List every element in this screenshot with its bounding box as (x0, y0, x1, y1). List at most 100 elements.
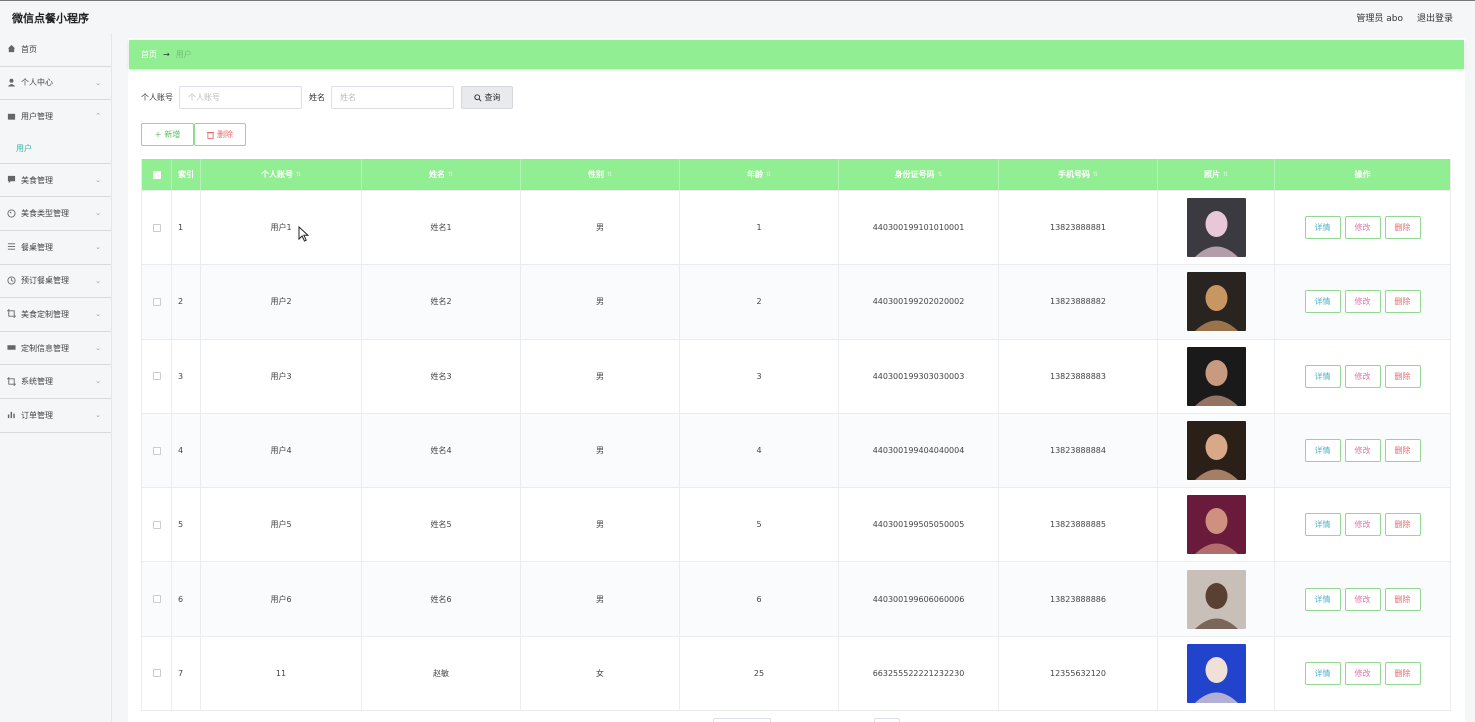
delete-button[interactable]: 删除 (1384, 587, 1421, 611)
detail-button[interactable]: 详情 (1304, 364, 1341, 388)
query-button-label: 查询 (484, 93, 501, 102)
sidebar-item-label: 系统管理 (21, 377, 53, 387)
sort-icon[interactable]: ⇅ (1093, 171, 1098, 178)
column-header[interactable]: 年龄 ⇅ (680, 159, 839, 190)
row-checkbox[interactable] (152, 223, 161, 232)
delete-button[interactable]: 删除 (1384, 439, 1421, 463)
delete-button[interactable]: 删除 (1384, 661, 1421, 685)
sidebar-item-label: 首页 (21, 44, 37, 54)
folder-icon (6, 112, 16, 122)
table-row: 7 11 赵敏女 25 663255522221232230 12355632120 详情修… (142, 636, 1450, 712)
sidebar-item-7[interactable]: 美食定制管理 ⌄ (0, 298, 111, 332)
delete-button[interactable]: 删除 (1384, 290, 1421, 314)
sidebar-item-10[interactable]: 订单管理 ⌄ (0, 399, 111, 433)
table-header: 索引 个人账号 ⇅ 姓名 ⇅ 性别 ⇅ 年龄 ⇅ 身份证号码 ⇅ 手机号码 ⇅ 照片 ⇅ 操作 (142, 159, 1450, 191)
account-placeholder: 个人账号 (188, 93, 220, 102)
user-photo (1186, 421, 1246, 481)
column-header[interactable]: 身份证号码 ⇅ (839, 159, 999, 190)
detail-button[interactable]: 详情 (1304, 587, 1341, 611)
delete-button[interactable]: 删除 (1384, 513, 1421, 537)
cell-phone: 13823888881 (999, 191, 1158, 265)
sidebar-item-1[interactable]: 个人中心 ⌄ (0, 67, 111, 101)
detail-button[interactable]: 详情 (1304, 290, 1341, 314)
sort-icon[interactable]: ⇅ (607, 171, 612, 178)
sidebar: 首页个人中心 ⌄ 用户管理 ⌃ 用户 美食管理 ⌄ 美食类型管理 ⌄ 餐桌管理 ⌄ 预订餐桌管理 ⌄ 美食… (0, 33, 112, 722)
edit-button[interactable]: 修改 (1344, 290, 1381, 314)
cell-account: 用户6 (201, 562, 362, 636)
edit-button[interactable]: 修改 (1344, 439, 1381, 463)
header-right: 管理员 abo 退出登录 (1356, 11, 1453, 24)
cell-index: 6 (172, 562, 201, 636)
edit-button[interactable]: 修改 (1344, 364, 1381, 388)
sidebar-item-9[interactable]: 系统管理 ⌄ (0, 365, 111, 399)
row-select-cell (142, 562, 172, 636)
main-content: 首页 → 用户 个人账号 个人账号 姓名 姓名 查询 + 新增 删除 索引 个人账… (128, 38, 1465, 722)
name-search-input[interactable]: 姓名 (331, 86, 454, 109)
cell-photo (1158, 413, 1275, 488)
sort-icon[interactable]: ⇅ (1223, 171, 1228, 178)
batch-delete-button[interactable]: 删除 (194, 123, 246, 146)
row-checkbox[interactable] (152, 595, 161, 604)
sidebar-item-5[interactable]: 餐桌管理 ⌄ (0, 231, 111, 265)
sidebar-item-6[interactable]: 预订餐桌管理 ⌄ (0, 265, 111, 299)
edit-button[interactable]: 修改 (1344, 216, 1381, 240)
add-button[interactable]: + 新增 (141, 123, 194, 146)
sidebar-subitem-users[interactable]: 用户 (0, 134, 111, 164)
edit-button[interactable]: 修改 (1344, 587, 1381, 611)
edit-button[interactable]: 修改 (1344, 661, 1381, 685)
cell-name: 姓名1 (362, 191, 521, 265)
cell-name: 姓名5 (362, 488, 521, 562)
column-header: 索引 (172, 159, 201, 190)
detail-button[interactable]: 详情 (1304, 513, 1341, 537)
delete-button[interactable]: 删除 (1384, 216, 1421, 240)
detail-button[interactable]: 详情 (1304, 216, 1341, 240)
delete-button[interactable]: 删除 (1384, 364, 1421, 388)
column-header[interactable]: 性别 ⇅ (521, 159, 680, 190)
cell-sex: 男 (521, 413, 680, 488)
page-size-select[interactable] (713, 718, 771, 722)
edit-button[interactable]: 修改 (1344, 513, 1381, 537)
row-select-cell (142, 339, 172, 413)
sidebar-item-0[interactable]: 首页 (0, 33, 111, 67)
user-table: 索引 个人账号 ⇅ 姓名 ⇅ 性别 ⇅ 年龄 ⇅ 身份证号码 ⇅ 手机号码 ⇅ 照片 ⇅ 操作 1 用户1 姓名1 男… (141, 159, 1451, 712)
detail-button[interactable]: 详情 (1304, 439, 1341, 463)
cell-photo (1158, 562, 1275, 636)
cell-photo (1158, 339, 1275, 413)
row-select-cell (142, 265, 172, 339)
account-search-input[interactable]: 个人账号 (179, 86, 302, 109)
detail-button[interactable]: 详情 (1304, 661, 1341, 685)
account-label: 个人账号 (141, 93, 173, 102)
sidebar-item-2[interactable]: 用户管理 ⌃ (0, 100, 111, 134)
breadcrumb-home[interactable]: 首页 (141, 49, 157, 60)
cell-account: 用户1 (201, 191, 362, 265)
sort-icon[interactable]: ⇅ (448, 171, 453, 178)
cell-name: 姓名6 (362, 562, 521, 636)
sort-icon[interactable]: ⇅ (296, 171, 301, 178)
cell-operations: 详情 修改 删除 (1275, 340, 1450, 413)
palette-icon (6, 209, 16, 219)
column-header[interactable]: 个人账号 ⇅ (201, 159, 362, 190)
sort-icon[interactable]: ⇅ (766, 171, 771, 178)
user-photo (1186, 643, 1246, 703)
cell-phone: 13823888884 (999, 413, 1158, 488)
cell-name: 姓名4 (362, 413, 521, 488)
row-checkbox[interactable] (152, 446, 161, 455)
chevron-down-icon: ⌄ (95, 410, 101, 419)
chevron-down-icon: ⌄ (95, 276, 101, 285)
page-jump-input[interactable] (874, 718, 900, 722)
column-header[interactable]: 手机号码 ⇅ (999, 159, 1158, 190)
sidebar-item-4[interactable]: 美食类型管理 ⌄ (0, 197, 111, 231)
logout-link[interactable]: 退出登录 (1417, 11, 1453, 24)
row-checkbox[interactable] (152, 372, 161, 381)
cell-account: 用户2 (201, 265, 362, 339)
column-header[interactable]: 姓名 ⇅ (362, 159, 521, 190)
row-checkbox[interactable] (152, 669, 161, 678)
sort-icon[interactable]: ⇅ (937, 171, 942, 178)
cell-phone: 13823888885 (999, 488, 1158, 562)
row-checkbox[interactable] (152, 520, 161, 529)
sidebar-item-8[interactable]: 定制信息管理 ⌄ (0, 332, 111, 366)
row-checkbox[interactable] (152, 297, 161, 306)
sidebar-item-3[interactable]: 美食管理 ⌄ (0, 164, 111, 198)
select-all-checkbox[interactable] (152, 170, 161, 179)
query-button[interactable]: 查询 (461, 86, 513, 109)
